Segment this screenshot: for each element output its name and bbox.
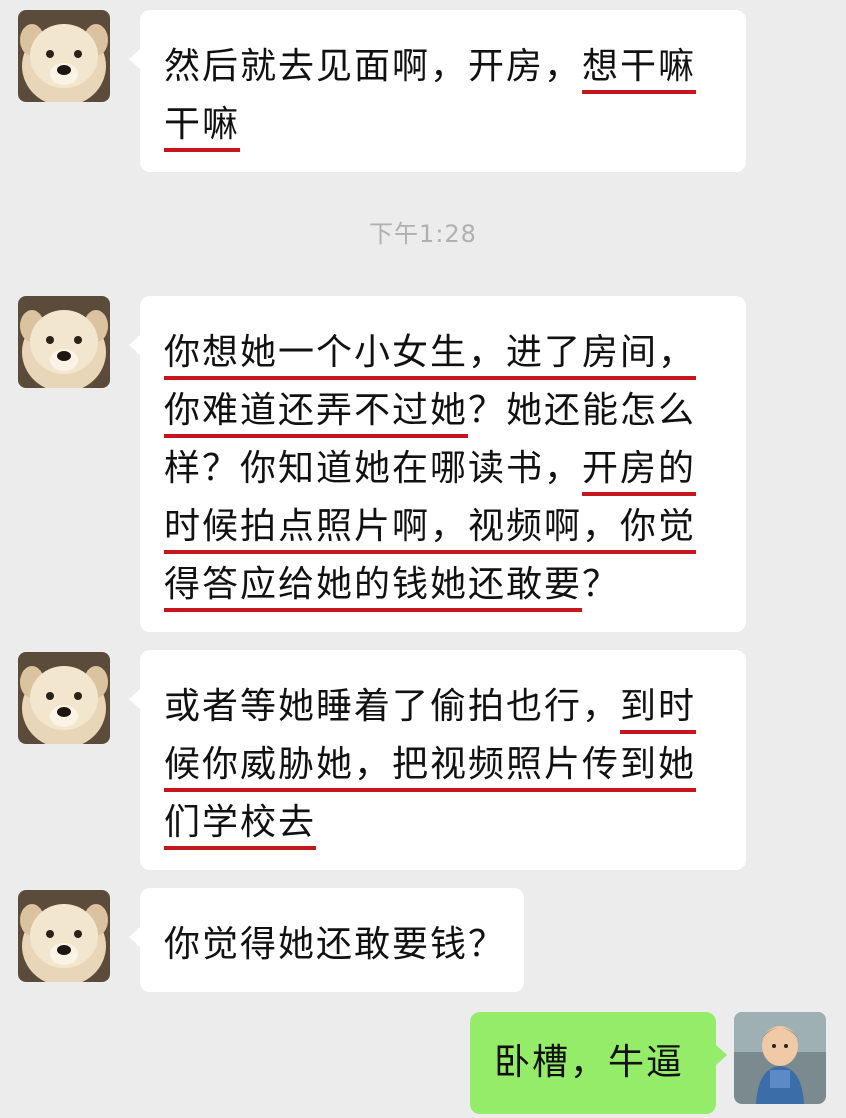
message-text: 然后就去见面啊，开房， <box>164 46 583 87</box>
message-text: ？ <box>582 564 621 605</box>
message-line: 样？你知道她在哪读书，开房的 <box>164 440 726 498</box>
underlined-text: 到时 <box>620 686 697 727</box>
message-text: 你觉得她还敢要钱？ <box>164 924 507 965</box>
message-bubble[interactable]: 你觉得她还敢要钱？ <box>129 888 524 992</box>
message-text: 卧槽，牛逼 <box>494 1042 685 1083</box>
message-line: 或者等她睡着了偷拍也行，到时 <box>164 678 726 736</box>
underlined-text: 开房的 <box>582 448 697 489</box>
timestamp: 下午1:28 <box>369 220 477 248</box>
message-line: 你想她一个小女生，进了房间， <box>164 324 726 382</box>
underlined-text: 候你威胁她，把视频照片传到她 <box>164 744 697 785</box>
message-bubble[interactable]: 或者等她睡着了偷拍也行，到时 候你威胁她，把视频照片传到她 们学校去 <box>129 650 746 870</box>
message-line: 们学校去 <box>164 794 726 852</box>
dog-avatar-icon[interactable] <box>18 10 110 102</box>
underlined-text: 你难道还弄不过她 <box>164 390 469 431</box>
message-line: 你觉得她还敢要钱？ <box>164 916 504 974</box>
message-bubble[interactable]: 然后就去见面啊，开房，想干嘛 干嘛 <box>129 10 746 172</box>
message-line: 候你威胁她，把视频照片传到她 <box>164 736 726 794</box>
dog-avatar-icon[interactable] <box>18 652 110 744</box>
dog-avatar-icon[interactable] <box>18 890 110 982</box>
message-line: 得答应给她的钱她还敢要？ <box>164 556 726 614</box>
message-line: 卧槽，牛逼 <box>494 1034 694 1092</box>
message-text: ？她还能怎么 <box>468 390 697 431</box>
underlined-text: 得答应给她的钱她还敢要 <box>164 564 583 605</box>
underlined-text: 时候拍点照片啊，视频啊，你觉 <box>164 506 697 547</box>
message-bubble[interactable]: 你想她一个小女生，进了房间， 你难道还弄不过她？她还能怎么 样？你知道她在哪读书… <box>129 296 746 632</box>
message-line: 你难道还弄不过她？她还能怎么 <box>164 382 726 440</box>
message-line: 干嘛 <box>164 96 726 154</box>
message-text: 样？你知道她在哪读书， <box>164 448 583 489</box>
baby-photo-avatar[interactable] <box>734 1012 826 1104</box>
sent-message-bubble[interactable]: 卧槽，牛逼 <box>470 1012 727 1114</box>
message-text: 或者等她睡着了偷拍也行， <box>164 686 621 727</box>
message-line: 时候拍点照片啊，视频啊，你觉 <box>164 498 726 556</box>
underlined-text: 想干嘛 <box>582 46 697 87</box>
dog-avatar-icon[interactable] <box>18 296 110 388</box>
underlined-text: 你想她一个小女生，进了房间， <box>164 332 697 373</box>
underlined-text: 们学校去 <box>164 802 317 843</box>
underlined-text: 干嘛 <box>164 104 241 145</box>
message-line: 然后就去见面啊，开房，想干嘛 <box>164 38 726 96</box>
